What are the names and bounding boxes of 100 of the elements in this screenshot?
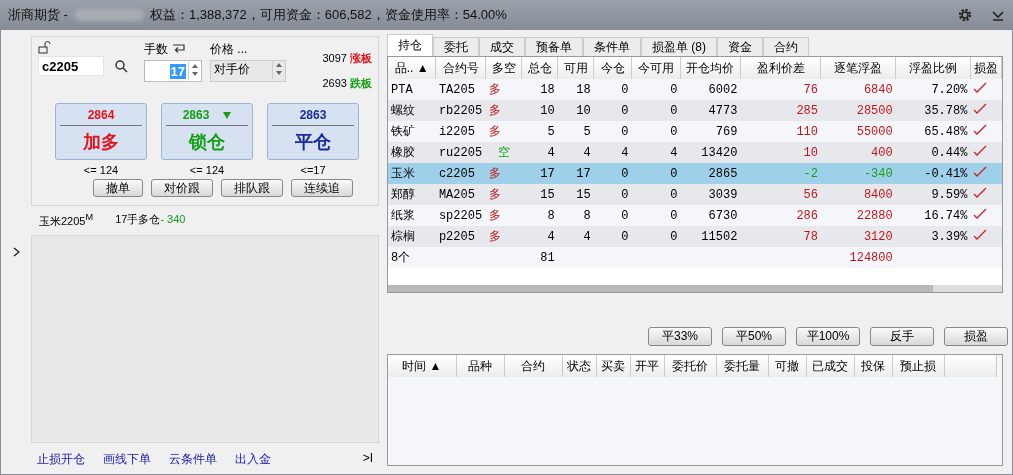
column-header[interactable]: 状态 [562, 355, 596, 377]
position-summary: 17手多仓 [115, 213, 161, 225]
scrollbar[interactable] [388, 285, 1002, 292]
column-header[interactable]: 可用 [557, 57, 594, 79]
table-cell: 400 [821, 142, 896, 163]
check-icon [973, 165, 988, 178]
action-link[interactable]: 出入金 [235, 451, 271, 468]
table-cell: 65.48% [895, 121, 971, 142]
check-icon [973, 207, 988, 220]
settings-icon[interactable] [957, 7, 973, 23]
table-cell: 78 [740, 226, 821, 247]
search-icon[interactable] [114, 59, 128, 73]
table-cell: 6840 [821, 79, 896, 100]
order-button[interactable]: 对价跟 [151, 179, 213, 197]
close-position-button[interactable]: 平100% [796, 327, 860, 346]
order-action-button[interactable]: 2863 平仓 [267, 103, 359, 160]
column-header[interactable]: 开平 [630, 355, 664, 377]
column-header[interactable]: 开仓均价 [680, 57, 741, 79]
column-header[interactable]: 可撤 [768, 355, 806, 377]
max-quantity-label: <= 124 [189, 164, 225, 176]
table-cell: 18 [557, 79, 594, 100]
column-header[interactable]: 买卖 [596, 355, 630, 377]
column-header[interactable]: 今可用 [631, 57, 681, 79]
tab[interactable]: 委托 [433, 37, 479, 56]
order-button[interactable]: 排队跟 [221, 179, 283, 197]
down-arrow-icon[interactable] [192, 72, 198, 76]
column-header[interactable]: 时间 ▲ [388, 355, 456, 377]
table-cell: 17 [521, 163, 558, 184]
broker-name: 浙商期货 - [8, 6, 68, 24]
action-link[interactable]: 止损开仓 [37, 451, 85, 468]
tab[interactable]: 资金 [717, 37, 763, 56]
table-cell: 8 [521, 205, 558, 226]
column-header[interactable]: 品.. ▲ [388, 57, 436, 79]
column-header[interactable]: 总仓 [521, 57, 558, 79]
unlock-icon[interactable] [38, 41, 51, 54]
column-header[interactable]: 损盈 [970, 57, 1002, 79]
column-header[interactable]: 已成交 [806, 355, 854, 377]
table-cell: 0 [593, 163, 632, 184]
column-header[interactable]: 预止损 [892, 355, 944, 377]
up-arrow-icon[interactable] [192, 64, 198, 68]
column-header[interactable]: 委托价 [664, 355, 716, 377]
column-header[interactable]: 投保 [854, 355, 892, 377]
collapse-button[interactable]: >I [362, 451, 373, 468]
tab[interactable]: 持仓 [387, 34, 433, 56]
table-cell: TA205 [435, 79, 486, 100]
table-cell: 81 [521, 247, 558, 268]
table-cell: 9.59% [895, 184, 971, 205]
close-position-button[interactable]: 平50% [722, 327, 786, 346]
quantity-label: 手数 [144, 41, 168, 58]
close-position-button[interactable]: 平33% [648, 327, 712, 346]
direction-cell: 多 [485, 121, 522, 142]
column-header[interactable]: 逐笔浮盈 [821, 57, 896, 79]
table-cell: 0 [593, 121, 632, 142]
down-arrow-icon[interactable] [276, 71, 282, 75]
column-header[interactable]: 品种 [456, 355, 504, 377]
table-cell: 10 [557, 100, 594, 121]
table-cell: 28500 [821, 100, 896, 121]
table-cell: 郑醇 [388, 184, 436, 205]
table-cell: 3.39% [895, 226, 971, 247]
table-cell: 56 [740, 184, 821, 205]
column-header[interactable]: 合约号 [435, 57, 486, 79]
table-cell: 18 [521, 79, 558, 100]
tab[interactable]: 条件单 [583, 37, 641, 56]
tab[interactable]: 合约 [763, 37, 809, 56]
column-header[interactable]: 委托量 [716, 355, 768, 377]
check-icon [973, 123, 988, 136]
column-header[interactable]: 今仓 [593, 57, 632, 79]
column-header[interactable]: 盈利价差 [740, 57, 821, 79]
order-action-button[interactable]: 2864 加多 [55, 103, 147, 160]
tab[interactable]: 预备单 [525, 37, 583, 56]
tab[interactable]: 损盈单 (8) [641, 37, 717, 56]
action-link[interactable]: 云条件单 [169, 451, 217, 468]
table-cell: 15 [557, 184, 594, 205]
up-arrow-icon[interactable] [276, 63, 282, 67]
close-position-button[interactable]: 反手 [870, 327, 934, 346]
table-cell: 35.78% [895, 100, 971, 121]
table-cell: 橡胶 [388, 142, 436, 163]
table-cell: 22880 [821, 205, 896, 226]
table-cell: 0 [631, 163, 681, 184]
table-cell: 4 [557, 226, 594, 247]
direction-cell: 空 [485, 142, 522, 163]
close-position-button[interactable]: 损盈 [944, 327, 1008, 346]
table-cell: sp2205 [435, 205, 486, 226]
price-mode-spinner[interactable]: 对手价 [210, 60, 286, 82]
return-icon[interactable] [172, 44, 185, 55]
limit-down-price: 2693 跌板 [322, 76, 372, 91]
table-cell: 0 [593, 79, 632, 100]
column-header[interactable]: 多空 [485, 57, 522, 79]
contract-input[interactable]: c2205 [38, 56, 104, 76]
table-cell: 螺纹 [388, 100, 436, 121]
table-cell: MA205 [435, 184, 486, 205]
order-button[interactable]: 连续追 [291, 179, 353, 197]
action-link[interactable]: 画线下单 [103, 451, 151, 468]
column-header[interactable]: 合约 [504, 355, 562, 377]
table-cell: 6002 [680, 79, 741, 100]
tab[interactable]: 成交 [479, 37, 525, 56]
minimize-icon[interactable] [991, 8, 1005, 22]
table-cell: 0 [631, 100, 681, 121]
order-button[interactable]: 撤单 [93, 179, 143, 197]
column-header[interactable]: 浮盈比例 [895, 57, 971, 79]
